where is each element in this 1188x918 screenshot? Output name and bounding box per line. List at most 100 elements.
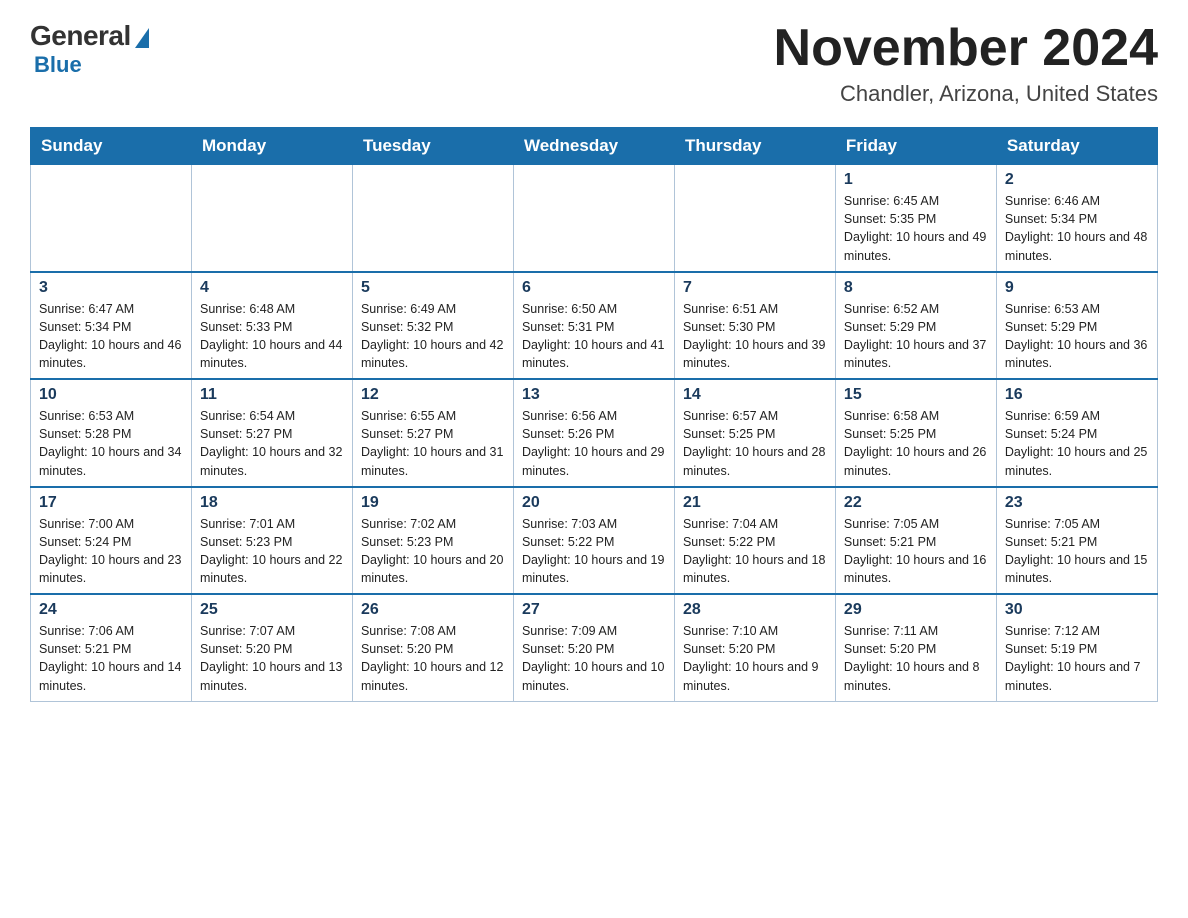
calendar-cell: 1Sunrise: 6:45 AM Sunset: 5:35 PM Daylig… [835,165,996,272]
day-number: 13 [522,386,666,404]
day-number: 22 [844,494,988,512]
location-text: Chandler, Arizona, United States [774,81,1158,107]
calendar-cell: 30 Sunrise: 7:12 AM Sunset: 5:19 PM Dayli… [996,594,1157,701]
day-info: Sunrise: 6:51 AM Sunset: 5:30 PM Dayligh… [683,300,827,373]
calendar-week-4: 17 Sunrise: 7:00 AM Sunset: 5:24 PM Dayli… [31,487,1158,595]
day-info: Sunrise: 7:07 AM Sunset: 5:20 PM Dayligh… [200,622,344,695]
day-number: 18 [200,494,344,512]
day-info: Sunrise: 6:47 AM Sunset: 5:34 PM Dayligh… [39,300,183,373]
calendar-cell: 27Sunrise: 7:09 AM Sunset: 5:20 PM Dayli… [513,594,674,701]
calendar-cell [31,165,192,272]
day-info: Sunrise: 6:53 AM Sunset: 5:28 PM Dayligh… [39,407,183,480]
day-info: Sunrise: 7:03 AM Sunset: 5:22 PM Dayligh… [522,515,666,588]
day-number: 7 [683,279,827,297]
calendar-cell: 18 Sunrise: 7:01 AM Sunset: 5:23 PM Dayli… [191,487,352,595]
calendar-cell: 4 Sunrise: 6:48 AM Sunset: 5:33 PM Daylig… [191,272,352,380]
calendar-week-3: 10 Sunrise: 6:53 AM Sunset: 5:28 PM Dayli… [31,379,1158,487]
title-block: November 2024 Chandler, Arizona, United … [774,20,1158,107]
day-number: 9 [1005,279,1149,297]
day-info: Sunrise: 6:53 AM Sunset: 5:29 PM Dayligh… [1005,300,1149,373]
calendar-week-1: 1Sunrise: 6:45 AM Sunset: 5:35 PM Daylig… [31,165,1158,272]
day-info: Sunrise: 6:50 AM Sunset: 5:31 PM Dayligh… [522,300,666,373]
day-info: Sunrise: 7:12 AM Sunset: 5:19 PM Dayligh… [1005,622,1149,695]
day-info: Sunrise: 7:05 AM Sunset: 5:21 PM Dayligh… [844,515,988,588]
logo: General Blue [30,20,149,78]
page-header: General Blue November 2024 Chandler, Ari… [30,20,1158,107]
day-number: 24 [39,601,183,619]
day-number: 29 [844,601,988,619]
day-number: 21 [683,494,827,512]
calendar-cell: 16 Sunrise: 6:59 AM Sunset: 5:24 PM Dayli… [996,379,1157,487]
day-info: Sunrise: 6:55 AM Sunset: 5:27 PM Dayligh… [361,407,505,480]
calendar-week-2: 3 Sunrise: 6:47 AM Sunset: 5:34 PM Daylig… [31,272,1158,380]
logo-triangle-icon [135,28,149,48]
day-number: 17 [39,494,183,512]
day-info: Sunrise: 7:05 AM Sunset: 5:21 PM Dayligh… [1005,515,1149,588]
calendar-cell: 17 Sunrise: 7:00 AM Sunset: 5:24 PM Dayli… [31,487,192,595]
day-info: Sunrise: 6:56 AM Sunset: 5:26 PM Dayligh… [522,407,666,480]
calendar-cell: 10 Sunrise: 6:53 AM Sunset: 5:28 PM Dayli… [31,379,192,487]
day-info: Sunrise: 7:10 AM Sunset: 5:20 PM Dayligh… [683,622,827,695]
calendar-cell: 12Sunrise: 6:55 AM Sunset: 5:27 PM Dayli… [352,379,513,487]
weekday-header-tuesday: Tuesday [352,128,513,165]
day-info: Sunrise: 7:11 AM Sunset: 5:20 PM Dayligh… [844,622,988,695]
calendar-week-5: 24 Sunrise: 7:06 AM Sunset: 5:21 PM Dayli… [31,594,1158,701]
calendar-cell: 26Sunrise: 7:08 AM Sunset: 5:20 PM Dayli… [352,594,513,701]
day-info: Sunrise: 6:59 AM Sunset: 5:24 PM Dayligh… [1005,407,1149,480]
day-number: 14 [683,386,827,404]
weekday-header-monday: Monday [191,128,352,165]
calendar-cell: 8 Sunrise: 6:52 AM Sunset: 5:29 PM Daylig… [835,272,996,380]
day-number: 28 [683,601,827,619]
weekday-header-friday: Friday [835,128,996,165]
weekday-header-wednesday: Wednesday [513,128,674,165]
day-info: Sunrise: 6:49 AM Sunset: 5:32 PM Dayligh… [361,300,505,373]
calendar-cell [191,165,352,272]
weekday-header-saturday: Saturday [996,128,1157,165]
month-title: November 2024 [774,20,1158,77]
weekday-header-sunday: Sunday [31,128,192,165]
calendar-cell: 3 Sunrise: 6:47 AM Sunset: 5:34 PM Daylig… [31,272,192,380]
day-number: 15 [844,386,988,404]
calendar-cell: 23Sunrise: 7:05 AM Sunset: 5:21 PM Dayli… [996,487,1157,595]
day-info: Sunrise: 7:04 AM Sunset: 5:22 PM Dayligh… [683,515,827,588]
day-number: 16 [1005,386,1149,404]
day-number: 27 [522,601,666,619]
day-number: 4 [200,279,344,297]
calendar-cell [352,165,513,272]
calendar-cell: 6 Sunrise: 6:50 AM Sunset: 5:31 PM Daylig… [513,272,674,380]
day-info: Sunrise: 7:08 AM Sunset: 5:20 PM Dayligh… [361,622,505,695]
day-number: 25 [200,601,344,619]
day-info: Sunrise: 6:46 AM Sunset: 5:34 PM Dayligh… [1005,192,1149,265]
day-number: 8 [844,279,988,297]
calendar-cell: 25 Sunrise: 7:07 AM Sunset: 5:20 PM Dayli… [191,594,352,701]
day-number: 1 [844,171,988,189]
day-info: Sunrise: 7:01 AM Sunset: 5:23 PM Dayligh… [200,515,344,588]
day-number: 10 [39,386,183,404]
logo-general-text: General [30,20,131,52]
day-number: 2 [1005,171,1149,189]
day-number: 11 [200,386,344,404]
day-number: 5 [361,279,505,297]
day-info: Sunrise: 7:06 AM Sunset: 5:21 PM Dayligh… [39,622,183,695]
calendar-cell [674,165,835,272]
calendar-cell [513,165,674,272]
calendar-cell: 28 Sunrise: 7:10 AM Sunset: 5:20 PM Dayli… [674,594,835,701]
calendar-cell: 24 Sunrise: 7:06 AM Sunset: 5:21 PM Dayli… [31,594,192,701]
day-info: Sunrise: 6:52 AM Sunset: 5:29 PM Dayligh… [844,300,988,373]
calendar-cell: 22 Sunrise: 7:05 AM Sunset: 5:21 PM Dayli… [835,487,996,595]
day-info: Sunrise: 6:54 AM Sunset: 5:27 PM Dayligh… [200,407,344,480]
logo-blue-text: Blue [34,52,82,78]
day-number: 30 [1005,601,1149,619]
day-number: 6 [522,279,666,297]
weekday-header-row: SundayMondayTuesdayWednesdayThursdayFrid… [31,128,1158,165]
day-info: Sunrise: 6:48 AM Sunset: 5:33 PM Dayligh… [200,300,344,373]
calendar-table: SundayMondayTuesdayWednesdayThursdayFrid… [30,127,1158,702]
calendar-cell: 14 Sunrise: 6:57 AM Sunset: 5:25 PM Dayli… [674,379,835,487]
calendar-cell: 19 Sunrise: 7:02 AM Sunset: 5:23 PM Dayli… [352,487,513,595]
day-info: Sunrise: 7:00 AM Sunset: 5:24 PM Dayligh… [39,515,183,588]
day-number: 3 [39,279,183,297]
calendar-cell: 15Sunrise: 6:58 AM Sunset: 5:25 PM Dayli… [835,379,996,487]
day-info: Sunrise: 7:02 AM Sunset: 5:23 PM Dayligh… [361,515,505,588]
day-info: Sunrise: 6:57 AM Sunset: 5:25 PM Dayligh… [683,407,827,480]
day-number: 19 [361,494,505,512]
